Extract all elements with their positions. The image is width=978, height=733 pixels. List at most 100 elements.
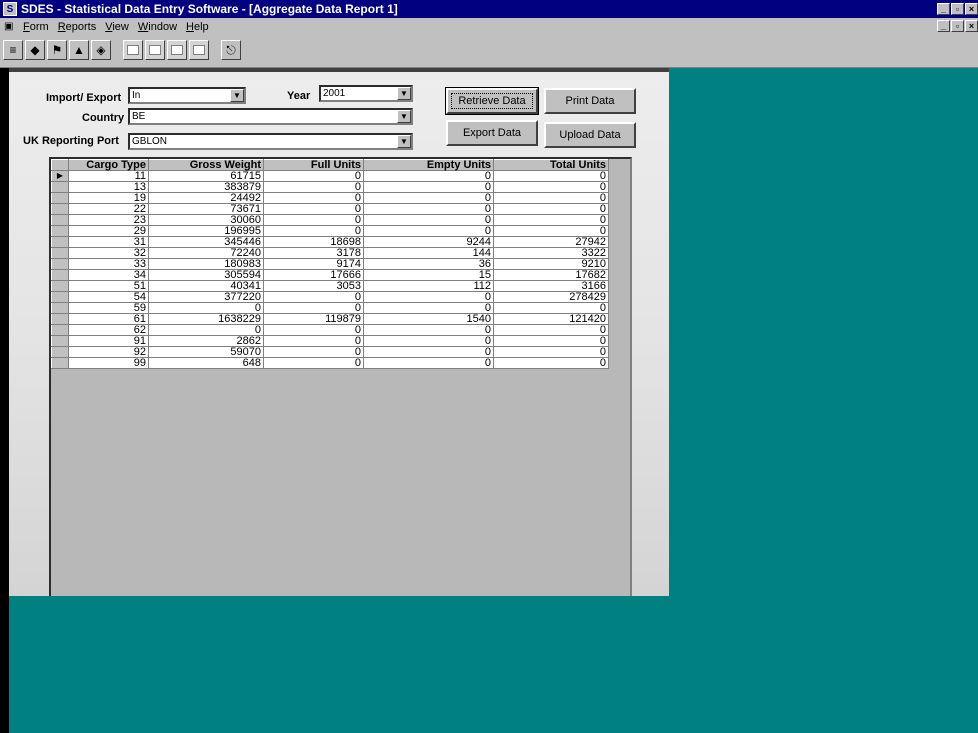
cargo-type-cell[interactable]: 61: [68, 313, 149, 325]
package-icon[interactable]: ◆: [25, 40, 45, 60]
print-data-button[interactable]: Print Data: [544, 88, 636, 114]
row-selector[interactable]: [51, 335, 69, 347]
row-selector[interactable]: [51, 181, 69, 193]
chevron-down-icon[interactable]: ▼: [230, 89, 244, 102]
gross-weight-cell[interactable]: 383879: [148, 181, 264, 193]
row-selector[interactable]: [51, 346, 69, 358]
child-minimize-button[interactable]: _: [937, 20, 950, 32]
full-units-cell[interactable]: 0: [263, 214, 364, 226]
cargo-type-cell[interactable]: 11: [68, 170, 149, 182]
cargo-type-cell[interactable]: 59: [68, 302, 149, 314]
full-units-cell[interactable]: 0: [263, 346, 364, 358]
full-units-cell[interactable]: 0: [263, 170, 364, 182]
gross-weight-cell[interactable]: 1638229: [148, 313, 264, 325]
empty-units-cell[interactable]: 0: [363, 335, 494, 347]
full-units-cell[interactable]: 18698: [263, 236, 364, 248]
cargo-type-cell[interactable]: 29: [68, 225, 149, 237]
full-units-cell[interactable]: 0: [263, 225, 364, 237]
row-selector[interactable]: [51, 302, 69, 314]
cargo-type-cell[interactable]: 62: [68, 324, 149, 336]
total-units-cell[interactable]: 9210: [493, 258, 609, 270]
total-units-cell[interactable]: 0: [493, 335, 609, 347]
total-units-cell[interactable]: 278429: [493, 291, 609, 303]
total-units-cell[interactable]: 0: [493, 214, 609, 226]
row-selector[interactable]: [51, 247, 69, 259]
total-units-cell[interactable]: 0: [493, 346, 609, 358]
full-units-cell[interactable]: 3178: [263, 247, 364, 259]
gross-weight-cell[interactable]: 72240: [148, 247, 264, 259]
full-units-cell[interactable]: 0: [263, 192, 364, 204]
table-row[interactable]: 91 2862 0 0 0: [51, 335, 609, 347]
row-selector[interactable]: [51, 258, 69, 270]
full-units-cell[interactable]: 119879: [263, 313, 364, 325]
col-full-units[interactable]: Full Units: [263, 159, 364, 171]
empty-units-cell[interactable]: 0: [363, 214, 494, 226]
cargo-type-cell[interactable]: 19: [68, 192, 149, 204]
country-select[interactable]: BE ▼: [128, 108, 413, 125]
row-selector-header[interactable]: [51, 159, 69, 171]
row-selector[interactable]: [51, 357, 69, 369]
minimize-button[interactable]: _: [937, 3, 950, 15]
gross-weight-cell[interactable]: 180983: [148, 258, 264, 270]
gross-weight-cell[interactable]: 40341: [148, 280, 264, 292]
full-units-cell[interactable]: 0: [263, 203, 364, 215]
full-units-cell[interactable]: 0: [263, 181, 364, 193]
export-data-button[interactable]: Export Data: [446, 120, 538, 146]
empty-units-cell[interactable]: 9244: [363, 236, 494, 248]
total-units-cell[interactable]: 17682: [493, 269, 609, 281]
box-icon[interactable]: ◈: [91, 40, 111, 60]
table-row[interactable]: 33 180983 9174 36 9210: [51, 258, 609, 270]
row-selector[interactable]: [51, 225, 69, 237]
data-grid[interactable]: Cargo Type Gross Weight Full Units Empty…: [49, 157, 632, 672]
empty-units-cell[interactable]: 112: [363, 280, 494, 292]
total-units-cell[interactable]: 3322: [493, 247, 609, 259]
restore-button[interactable]: ▫: [951, 3, 964, 15]
table-row[interactable]: 23 30060 0 0 0: [51, 214, 609, 226]
sdes-app-icon[interactable]: S: [3, 2, 17, 16]
import-export-select[interactable]: In ▼: [128, 87, 246, 104]
col-cargo-type[interactable]: Cargo Type: [68, 159, 149, 171]
total-units-cell[interactable]: 0: [493, 225, 609, 237]
menu-help[interactable]: Help: [186, 21, 209, 33]
current-row-indicator[interactable]: ▶: [51, 170, 69, 182]
cargo-type-cell[interactable]: 13: [68, 181, 149, 193]
table-row[interactable]: 54 377220 0 0 278429: [51, 291, 609, 303]
empty-units-cell[interactable]: 36: [363, 258, 494, 270]
blank-icon[interactable]: [189, 40, 209, 60]
exit-icon[interactable]: ⎋: [221, 40, 241, 60]
table-row[interactable]: 19 24492 0 0 0: [51, 192, 609, 204]
gross-weight-cell[interactable]: 377220: [148, 291, 264, 303]
copy-icon[interactable]: [145, 40, 165, 60]
gross-weight-cell[interactable]: 24492: [148, 192, 264, 204]
row-selector[interactable]: [51, 203, 69, 215]
row-selector[interactable]: [51, 236, 69, 248]
table-row[interactable]: 29 196995 0 0 0: [51, 225, 609, 237]
gross-weight-cell[interactable]: 0: [148, 324, 264, 336]
cargo-type-cell[interactable]: 99: [68, 357, 149, 369]
table-row[interactable]: 61 1638229 119879 1540 121420: [51, 313, 609, 325]
row-selector[interactable]: [51, 280, 69, 292]
gross-weight-cell[interactable]: 2862: [148, 335, 264, 347]
total-units-cell[interactable]: 0: [493, 203, 609, 215]
total-units-cell[interactable]: 3166: [493, 280, 609, 292]
empty-units-cell[interactable]: 144: [363, 247, 494, 259]
total-units-cell[interactable]: 0: [493, 192, 609, 204]
empty-units-cell[interactable]: 0: [363, 346, 494, 358]
total-units-cell[interactable]: 0: [493, 302, 609, 314]
table-row[interactable]: 13 383879 0 0 0: [51, 181, 609, 193]
table-row[interactable]: 59 0 0 0 0: [51, 302, 609, 314]
full-units-cell[interactable]: 0: [263, 291, 364, 303]
flag-icon[interactable]: ⚑: [47, 40, 67, 60]
col-total-units[interactable]: Total Units: [493, 159, 609, 171]
total-units-cell[interactable]: 0: [493, 324, 609, 336]
retrieve-data-button[interactable]: Retrieve Data: [445, 87, 539, 115]
menu-reports[interactable]: Reports: [58, 21, 97, 33]
table-row[interactable]: 51 40341 3053 112 3166: [51, 280, 609, 292]
full-units-cell[interactable]: 3053: [263, 280, 364, 292]
table-row[interactable]: 32 72240 3178 144 3322: [51, 247, 609, 259]
chevron-down-icon[interactable]: ▼: [397, 87, 411, 100]
empty-units-cell[interactable]: 1540: [363, 313, 494, 325]
row-selector[interactable]: [51, 269, 69, 281]
total-units-cell[interactable]: 27942: [493, 236, 609, 248]
document-icon[interactable]: ▣: [4, 21, 18, 33]
